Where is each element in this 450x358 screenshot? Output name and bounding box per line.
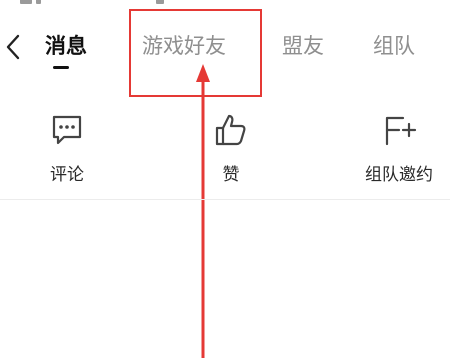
action-likes-label: 赞	[222, 165, 240, 185]
highlight-annotation-box	[129, 9, 262, 97]
action-comments[interactable]: 评论	[17, 112, 117, 192]
section-divider	[0, 199, 450, 200]
status-bar	[0, 0, 450, 8]
action-likes[interactable]: 赞	[181, 112, 281, 192]
chevron-left-icon	[6, 34, 20, 60]
tab-messages[interactable]: 消息	[45, 31, 87, 61]
quick-actions-row: 评论 赞 组队邀约	[0, 100, 450, 200]
status-icon-fragment	[20, 0, 32, 4]
status-icon-fragment	[156, 0, 164, 4]
thumbs-up-icon	[215, 114, 246, 146]
team-invite-icon	[385, 116, 417, 146]
tab-team[interactable]: 组队	[373, 31, 415, 61]
comment-icon	[52, 115, 82, 145]
action-team-invites[interactable]: 组队邀约	[349, 112, 449, 192]
action-comments-label: 评论	[50, 165, 84, 185]
tab-allies[interactable]: 盟友	[282, 31, 324, 61]
back-button[interactable]	[0, 26, 30, 66]
active-tab-indicator	[53, 66, 69, 69]
action-team-invites-label: 组队邀约	[365, 165, 433, 185]
status-icon-fragment	[36, 0, 41, 4]
